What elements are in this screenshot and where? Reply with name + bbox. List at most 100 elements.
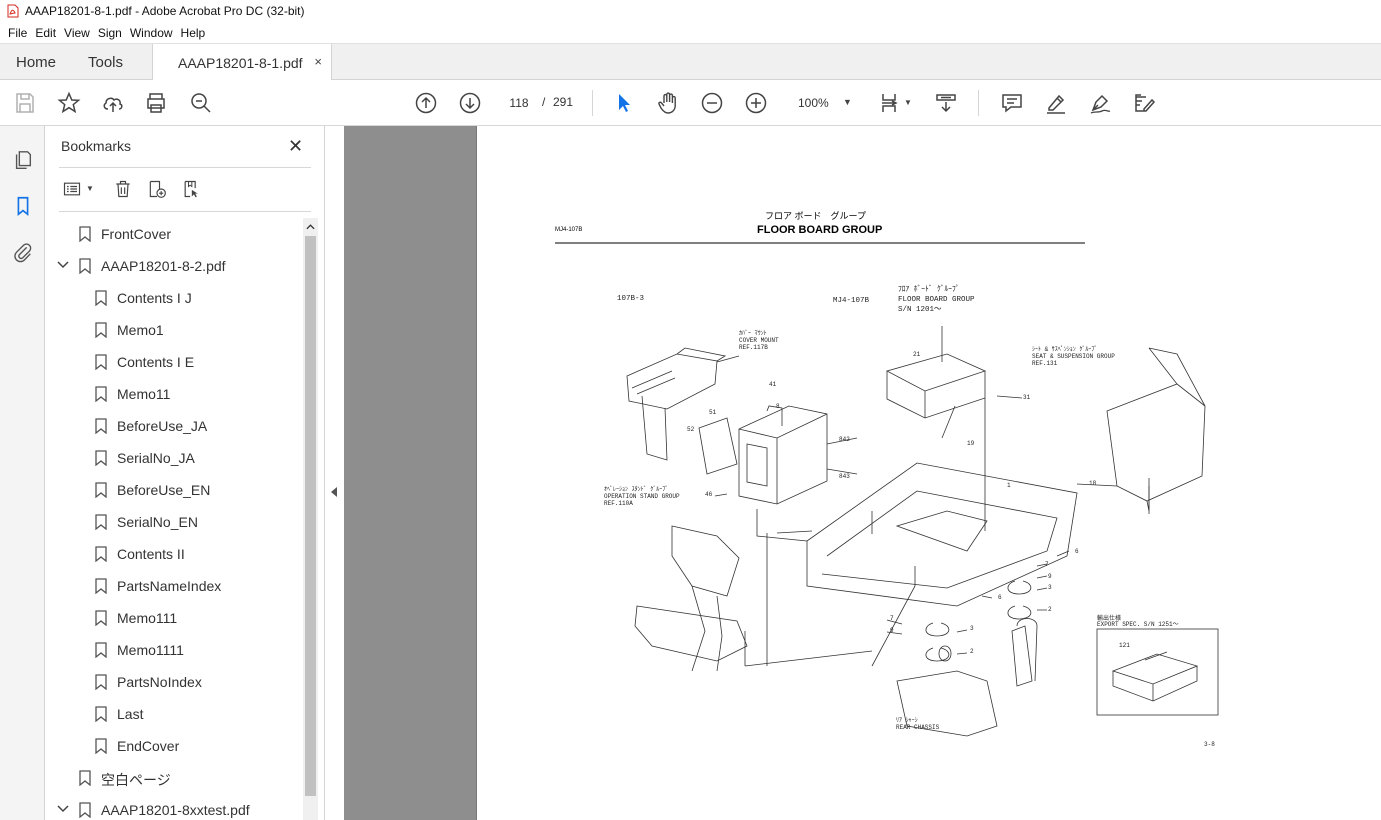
edit-pdf-icon[interactable] xyxy=(1131,90,1157,116)
left-navigation-rail xyxy=(0,126,45,820)
scroll-up-arrow-icon[interactable] xyxy=(303,220,318,234)
tab-close-button[interactable]: × xyxy=(314,54,322,69)
fill-sign-icon[interactable] xyxy=(1087,90,1113,116)
bookmark-item[interactable]: Contents I J xyxy=(45,282,305,314)
star-bookmark-icon[interactable] xyxy=(56,90,82,116)
callout-label: 2 xyxy=(1048,606,1052,613)
next-page-icon[interactable] xyxy=(457,90,483,116)
bookmark-item[interactable]: PartsNameIndex xyxy=(45,570,305,602)
print-icon[interactable] xyxy=(143,90,169,116)
bookmark-item[interactable]: BeforeUse_JA xyxy=(45,410,305,442)
fit-page-icon[interactable] xyxy=(878,90,904,116)
bookmark-label: PartsNameIndex xyxy=(117,578,222,594)
collapse-arrow-icon[interactable] xyxy=(331,487,337,497)
bookmark-icon xyxy=(95,514,107,530)
zoom-in-icon[interactable] xyxy=(743,90,769,116)
seat-group-en: SEAT & SUSPENSION GROUP xyxy=(1032,353,1115,360)
highlight-pen-icon[interactable] xyxy=(1043,90,1069,116)
select-cursor-icon[interactable] xyxy=(611,90,637,116)
callout-label: 21 xyxy=(913,351,921,358)
divider xyxy=(59,211,311,212)
previous-page-icon[interactable] xyxy=(413,90,439,116)
chevron-down-icon[interactable]: ▼ xyxy=(86,184,94,193)
menu-help[interactable]: Help xyxy=(177,26,210,40)
tab-tools[interactable]: Tools xyxy=(88,44,123,80)
bookmarks-panel: Bookmarks ✕ ▼ FrontCover AAAP18201-8-2.pd… xyxy=(45,126,325,820)
chevron-down-icon[interactable] xyxy=(57,802,69,816)
bookmark-item[interactable]: Contents II xyxy=(45,538,305,570)
bookmark-item[interactable]: AAAP18201-8-2.pdf xyxy=(45,250,305,282)
bookmark-item[interactable]: AAAP18201-8xxtest.pdf xyxy=(45,794,305,820)
save-icon[interactable] xyxy=(12,90,38,116)
chevron-down-icon[interactable]: ▼ xyxy=(904,98,912,107)
title-serial: S/N 1201～ xyxy=(898,306,942,314)
chevron-down-icon[interactable]: ▼ xyxy=(843,97,852,107)
main-toolbar: 118 / 291 100% ▼ ▼ xyxy=(0,80,1381,126)
bookmark-icon xyxy=(95,450,107,466)
bookmark-options-icon[interactable] xyxy=(59,176,85,202)
menu-view[interactable]: View xyxy=(60,26,94,40)
menu-edit[interactable]: Edit xyxy=(31,26,60,40)
bookmark-label: Contents I E xyxy=(117,354,195,370)
menu-sign[interactable]: Sign xyxy=(94,26,126,40)
callout-label: 3 xyxy=(970,625,974,632)
attachment-paperclip-icon[interactable] xyxy=(10,239,36,265)
zoom-out-icon[interactable] xyxy=(699,90,725,116)
header-code: MJ4-107B xyxy=(555,227,582,233)
cloud-upload-icon[interactable] xyxy=(100,90,126,116)
chevron-down-icon[interactable] xyxy=(57,258,69,272)
bookmark-search-icon[interactable] xyxy=(178,176,204,202)
page-number-input[interactable]: 118 xyxy=(500,89,538,117)
bookmark-panel-icon[interactable] xyxy=(10,193,36,219)
bookmark-item[interactable]: Memo111 xyxy=(45,602,305,634)
bookmark-item[interactable]: EndCover xyxy=(45,730,305,762)
bookmark-item[interactable]: FrontCover xyxy=(45,218,305,250)
bookmark-item[interactable]: PartsNoIndex xyxy=(45,666,305,698)
export-spec-en: EXPORT SPEC. S/N 1251～ xyxy=(1097,621,1179,628)
bookmark-item[interactable]: Last xyxy=(45,698,305,730)
bookmark-icon xyxy=(95,386,107,402)
bookmark-item[interactable]: Memo11 xyxy=(45,378,305,410)
bookmark-item[interactable]: SerialNo_JA xyxy=(45,442,305,474)
page-thumbnails-icon[interactable] xyxy=(10,147,36,173)
zoom-level-value: 100% xyxy=(798,96,829,110)
callout-label: 9 xyxy=(1048,573,1052,580)
hand-tool-icon[interactable] xyxy=(655,90,681,116)
menu-window[interactable]: Window xyxy=(126,26,177,40)
new-bookmark-icon[interactable] xyxy=(144,176,170,202)
menu-file[interactable]: File xyxy=(4,26,31,40)
bookmark-item[interactable]: 空白ページ xyxy=(45,762,305,794)
bookmark-icon xyxy=(79,226,91,242)
header-english: FLOOR BOARD GROUP xyxy=(757,224,882,236)
callout-label: 52 xyxy=(687,426,695,433)
bookmark-item[interactable]: Memo1111 xyxy=(45,634,305,666)
bookmark-label: Contents II xyxy=(117,546,185,562)
scrolling-mode-icon[interactable] xyxy=(933,90,959,116)
figure-number: 107B-3 xyxy=(617,295,645,303)
tab-home[interactable]: Home xyxy=(16,44,56,80)
bookmark-item[interactable]: BeforeUse_EN xyxy=(45,474,305,506)
bookmark-item[interactable]: Contents I E xyxy=(45,346,305,378)
close-icon[interactable]: ✕ xyxy=(288,136,303,157)
find-zoom-icon[interactable] xyxy=(188,90,214,116)
bookmark-item[interactable]: SerialNo_EN xyxy=(45,506,305,538)
callout-label: 19 xyxy=(967,440,975,447)
delete-bookmark-icon[interactable] xyxy=(110,176,136,202)
tab-document[interactable]: AAAP18201-8-1.pdf × xyxy=(152,44,332,81)
bookmark-label: EndCover xyxy=(117,738,180,754)
tab-document-label: AAAP18201-8-1.pdf xyxy=(178,54,303,71)
rear-chassis-jp: ﾘｱ ｼｬｰｼ xyxy=(896,717,918,724)
bookmark-label: 空白ページ xyxy=(101,772,171,788)
bookmark-label: PartsNoIndex xyxy=(117,674,202,690)
bookmark-label: BeforeUse_JA xyxy=(117,418,208,434)
bookmark-item[interactable]: Memo1 xyxy=(45,314,305,346)
document-view[interactable]: MJ4-107B フロア ボード グループ FLOOR BOARD GROUP … xyxy=(344,126,1381,820)
panel-collapse-handle[interactable] xyxy=(325,126,344,820)
bookmark-icon xyxy=(79,258,91,274)
bookmark-label: Last xyxy=(117,706,144,722)
comment-icon[interactable] xyxy=(999,90,1025,116)
callout-label: 1 xyxy=(1007,482,1011,489)
scrollbar-thumb[interactable] xyxy=(305,236,316,796)
callout-label: 31 xyxy=(1023,394,1031,401)
bookmarks-scrollbar[interactable] xyxy=(303,218,318,820)
